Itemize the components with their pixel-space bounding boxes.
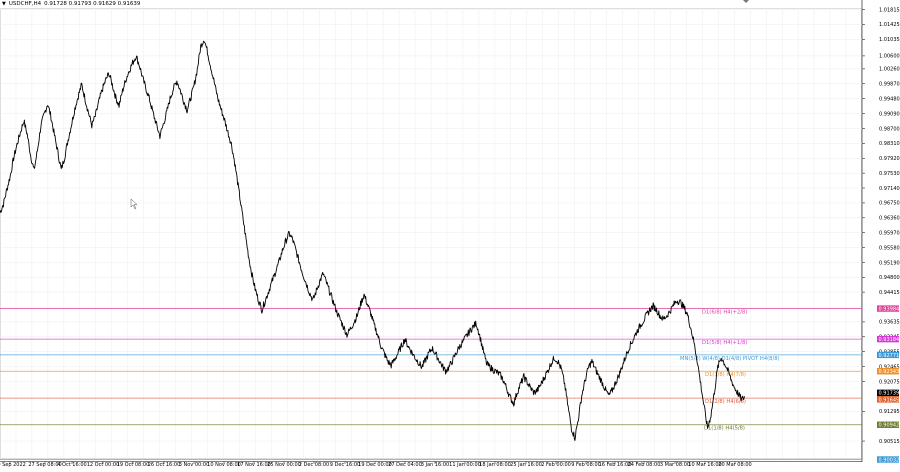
level-price-badge: 0.93984: [877, 305, 899, 312]
chart-canvas[interactable]: 1.01815 1.01425 1.01035 1.00600 1.00260 0.998…: [0, 0, 900, 468]
x-tick-label: 17 Nov 16:00: [237, 462, 271, 468]
y-tick-label: 1.00600: [879, 54, 900, 60]
x-tick-label: 4 Oct 16:00: [57, 462, 86, 468]
x-tick-label: 9 Dec 16:00: [330, 462, 360, 468]
x-tick-label: 25 Nov 00:00: [267, 462, 301, 468]
y-tick-label: 1.00260: [879, 67, 900, 73]
y-tick-label: 0.99870: [879, 82, 900, 88]
x-tick-label: 24 Feb 08:00: [628, 462, 661, 468]
y-tick-label: 0.95190: [879, 260, 900, 266]
x-tick-label: 12 Oct 00:00: [87, 462, 120, 468]
x-tick-label: 3 Nov 00:00: [179, 462, 210, 468]
level-badge-value: 0.90942: [879, 423, 900, 429]
level-price-badge: 0.92771: [877, 351, 900, 359]
level-label: D1(5/8) H4(+1/8): [702, 340, 747, 346]
level-price-badge: 0.90032: [877, 456, 899, 463]
price-badge-value: 0.91739: [879, 391, 900, 397]
chart-header: ▼ USDCHF,H4 0.91728 0.91793 0.91629 0.91…: [2, 1, 140, 7]
x-tick-label: 2 Dec 08:00: [299, 462, 329, 468]
y-tick-label: 0.93635: [879, 320, 900, 326]
x-tick-label: 25 Jan 16:00: [510, 462, 542, 468]
level-label: D1(2/8) H4(6/8): [705, 399, 746, 405]
x-tick-label: 20 Mar 08:00: [718, 462, 751, 468]
y-tick-label: 0.96750: [879, 201, 900, 207]
level-price-badge: 0.90942: [877, 421, 900, 429]
y-tick-label: 0.91295: [879, 409, 900, 415]
x-tick-label: 3 Jan 16:00: [421, 462, 449, 468]
y-tick-label: 0.99090: [879, 111, 900, 117]
price-chart[interactable]: ▼ USDCHF,H4 0.91728 0.91793 0.91629 0.91…: [0, 0, 900, 468]
y-tick-label: 0.95580: [879, 245, 900, 251]
x-tick-label: 9 Feb 08:00: [571, 462, 601, 468]
x-tick-label: 18 Jan 08:00: [479, 462, 511, 468]
x-tick-label: 2 Feb 00:00: [541, 462, 571, 468]
y-tick-label: 0.99480: [879, 96, 900, 102]
y-tick-label: 1.01815: [879, 7, 900, 13]
y-tick-label: 1.01425: [879, 22, 900, 28]
current-price-badge: 0.91645: [877, 396, 899, 403]
y-tick-label: 0.98310: [879, 141, 900, 147]
x-tick-label: 19 Oct 08:00: [117, 462, 150, 468]
x-tick-label: 10 Mar 16:00: [688, 462, 721, 468]
price-badge-value: 0.91645: [879, 397, 900, 403]
level-label: D1(6/8) H4(+2/8): [702, 310, 747, 316]
level-price-badge: 0.93184: [877, 335, 900, 343]
y-tick-label: 0.97920: [879, 156, 900, 162]
level-label: D1(1/8) H4(5/8): [704, 426, 745, 432]
x-tick-label: 3 Mar 08:00: [660, 462, 690, 468]
level-badge-value: 0.90032: [879, 457, 900, 463]
x-tick-label: 16 Feb 16:00: [599, 462, 632, 468]
x-tick-label: 10 Nov 08:00: [207, 462, 241, 468]
y-tick-label: 0.92075: [879, 379, 900, 385]
level-badge-value: 0.92771: [879, 353, 900, 359]
y-tick-label: 0.96360: [879, 216, 900, 222]
chart-shift-marker-icon[interactable]: [743, 0, 749, 3]
y-tick-label: 0.95970: [879, 231, 900, 237]
level-badge-value: 0.93184: [879, 337, 900, 343]
y-tick-label: 0.94800: [879, 275, 900, 281]
y-tick-label: 0.97530: [879, 171, 900, 177]
symbol-label: USDCHF,H4: [8, 1, 42, 7]
y-tick-label: 0.90515: [879, 439, 900, 445]
x-tick-label: 20 Sep 2022: [0, 462, 26, 468]
level-label: MN(5/8) W(4/8) D1(4/8) PIVOT H4(8/8): [680, 356, 780, 362]
level-badge-value: 0.92343: [879, 369, 900, 375]
symbol-dropdown-icon[interactable]: ▼: [2, 1, 6, 7]
y-tick-label: 0.94415: [879, 290, 900, 296]
current-price-badge: 0.91739: [877, 389, 900, 397]
x-tick-label: 19 Dec 00:00: [358, 462, 392, 468]
level-badge-value: 0.93984: [879, 306, 900, 312]
y-tick-label: 1.01035: [879, 37, 900, 43]
level-label: D1(3/8) H4(7/8): [705, 372, 746, 378]
y-tick-label: 0.98700: [879, 126, 900, 132]
x-tick-label: 11 Jan 00:00: [449, 462, 481, 468]
y-tick-label: 0.97140: [879, 186, 900, 192]
level-price-badge: 0.92343: [877, 368, 899, 375]
x-tick-label: 27 Dec 04:00: [388, 462, 422, 468]
x-tick-label: 26 Oct 16:00: [148, 462, 181, 468]
ohlc-readout: 0.91728 0.91793 0.91629 0.91639: [44, 1, 141, 7]
